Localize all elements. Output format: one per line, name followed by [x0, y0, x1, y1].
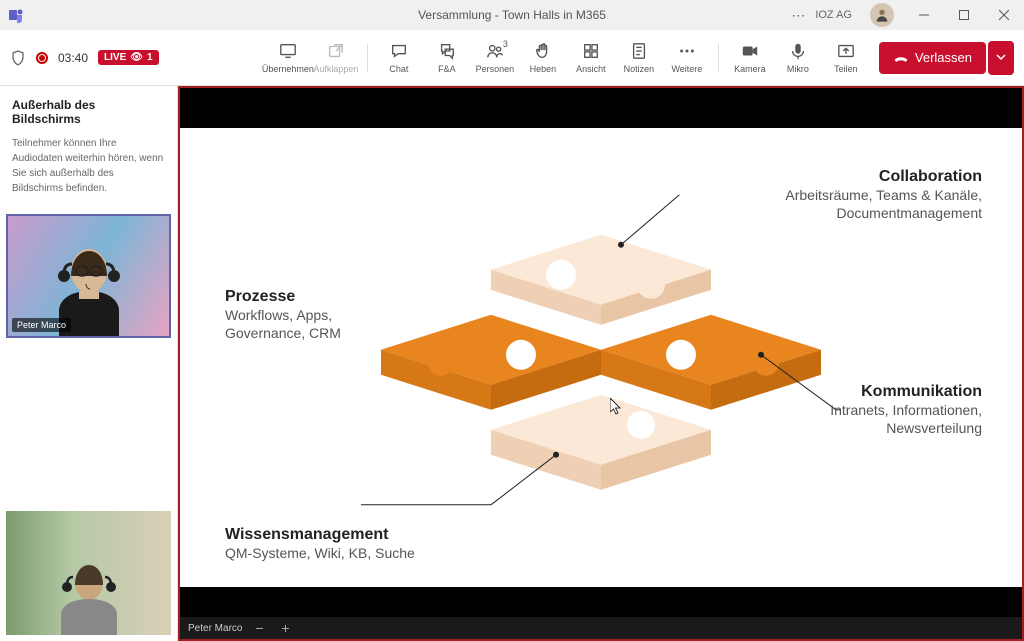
label-prozesse-title: Prozesse	[225, 288, 395, 306]
sidebar-heading: Außerhalb des Bildschirms	[12, 98, 165, 126]
camera-icon	[741, 42, 759, 60]
participant-sidebar: Außerhalb des Bildschirms Teilnehmer kön…	[0, 86, 178, 641]
leave-dropdown[interactable]	[988, 41, 1014, 75]
mic-icon	[789, 42, 807, 60]
popout-button[interactable]: Aufklappen	[313, 34, 359, 82]
camera-button[interactable]: Kamera	[727, 34, 773, 82]
label-wissen-title: Wissensmanagement	[225, 526, 415, 544]
mic-button[interactable]: Mikro	[775, 34, 821, 82]
live-badge: LIVE👁1	[98, 50, 159, 65]
participant-video	[49, 555, 129, 635]
screen-icon	[279, 42, 297, 60]
shield-icon[interactable]	[10, 50, 26, 66]
label-collaboration-desc: Arbeitsräume, Teams & Kanäle, Documentma…	[722, 186, 982, 222]
share-button[interactable]: Teilen	[823, 34, 869, 82]
presentation-slide: Collaboration Arbeitsräume, Teams & Kanä…	[180, 128, 1022, 587]
recording-indicator	[36, 52, 48, 64]
chat-button[interactable]: Chat	[376, 34, 422, 82]
user-avatar[interactable]	[870, 3, 894, 27]
org-label: IOZ AG	[815, 9, 852, 21]
more-button[interactable]: Weitere	[664, 34, 710, 82]
notes-icon	[630, 42, 648, 60]
teams-icon	[8, 7, 24, 23]
leave-button[interactable]: Verlassen	[879, 42, 986, 74]
grid-icon	[582, 42, 600, 60]
label-wissen-desc: QM-Systeme, Wiki, KB, Suche	[225, 544, 415, 562]
popout-icon	[327, 42, 345, 60]
close-button[interactable]	[984, 0, 1024, 30]
more-icon	[678, 42, 696, 60]
notes-button[interactable]: Notizen	[616, 34, 662, 82]
puzzle-diagram	[361, 194, 841, 534]
chevron-down-icon	[996, 52, 1006, 62]
hand-icon	[534, 42, 552, 60]
zoom-in-button[interactable]: +	[276, 620, 294, 636]
people-icon	[486, 42, 504, 60]
view-button[interactable]: Ansicht	[568, 34, 614, 82]
qa-button[interactable]: F&A	[424, 34, 470, 82]
qa-icon	[438, 42, 456, 60]
sidebar-description: Teilnehmer können Ihre Audiodaten weiter…	[12, 136, 165, 196]
people-button[interactable]: 3 Personen	[472, 34, 518, 82]
more-menu[interactable]: ⋯	[781, 7, 815, 24]
zoom-out-button[interactable]: −	[250, 620, 268, 636]
window-title: Versammlung - Town Halls in M365	[418, 8, 606, 22]
label-prozesse-desc: Workflows, Apps, Governance, CRM	[225, 306, 395, 342]
person-icon	[874, 7, 890, 23]
window-title-bar: Versammlung - Town Halls in M365 ⋯ IOZ A…	[0, 0, 1024, 30]
label-collaboration-title: Collaboration	[722, 168, 982, 186]
meeting-timer: 03:40	[58, 51, 88, 65]
minimize-button[interactable]	[904, 0, 944, 30]
label-kommunikation-title: Kommunikation	[752, 383, 982, 401]
presenter-name: Peter Marco	[188, 623, 242, 634]
slide-footer: Peter Marco − +	[180, 617, 1022, 639]
chat-icon	[390, 42, 408, 60]
hangup-icon	[893, 50, 909, 66]
participant-name: Peter Marco	[12, 318, 71, 332]
share-icon	[837, 42, 855, 60]
label-kommunikation-desc: Intranets, Informationen, Newsverteilung	[752, 401, 982, 437]
maximize-button[interactable]	[944, 0, 984, 30]
meeting-toolbar: 03:40 LIVE👁1 Übernehmen Aufklappen Chat …	[0, 30, 1024, 86]
raise-hand-button[interactable]: Heben	[520, 34, 566, 82]
shared-content: Collaboration Arbeitsräume, Teams & Kanä…	[178, 86, 1024, 641]
take-control-button[interactable]: Übernehmen	[265, 34, 311, 82]
participant-tile[interactable]	[6, 511, 171, 635]
participant-tile-active[interactable]: Peter Marco	[6, 214, 171, 338]
